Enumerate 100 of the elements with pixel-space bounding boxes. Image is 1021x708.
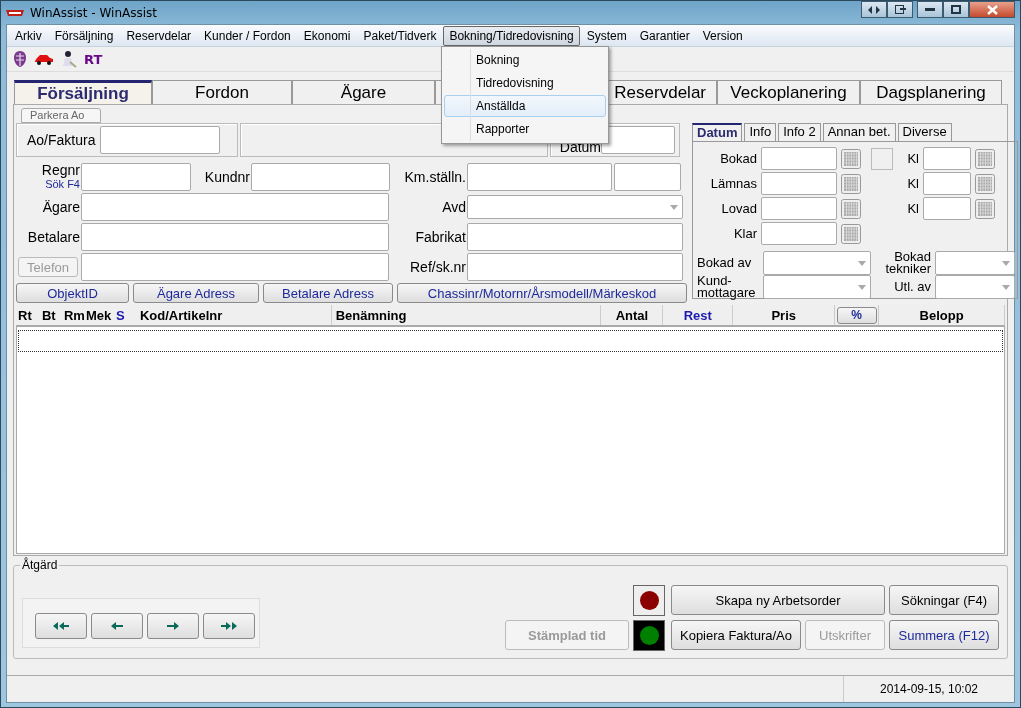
- dropdown-field[interactable]: [763, 275, 871, 299]
- menu-item[interactable]: Försäljning: [48, 25, 120, 46]
- column-header: Kod/Artikelnr: [135, 305, 332, 325]
- input-field[interactable]: [614, 163, 681, 191]
- action-button[interactable]: Kopiera Faktura/Ao: [671, 620, 801, 650]
- column-header: Rest: [663, 305, 734, 325]
- kundnr-field[interactable]: [251, 163, 390, 191]
- reference-field[interactable]: [467, 253, 683, 281]
- field-label: Bokad tekniker: [884, 251, 931, 275]
- calendar-icon[interactable]: [841, 223, 861, 244]
- action-button[interactable]: Summera (F12): [889, 620, 999, 650]
- calendar-icon[interactable]: [975, 148, 995, 169]
- emblem-icon[interactable]: [12, 50, 28, 68]
- menu-item[interactable]: Arkiv: [9, 25, 48, 46]
- column-header: S: [114, 306, 126, 325]
- previous-button[interactable]: [91, 613, 143, 639]
- calendar-icon[interactable]: [841, 173, 861, 194]
- person-icon[interactable]: [60, 50, 78, 68]
- field-label: Lämnas: [709, 176, 757, 191]
- tab[interactable]: Veckoplanering: [717, 80, 860, 104]
- maximize-icon: [951, 5, 961, 14]
- date-field[interactable]: [761, 222, 837, 245]
- action-button[interactable]: Sökningar (F4): [889, 585, 999, 615]
- column-header: Belopp: [879, 305, 1005, 325]
- tab[interactable]: Info 2: [778, 123, 821, 141]
- caret-icon: [670, 204, 678, 210]
- dropdown-field[interactable]: [935, 275, 1015, 299]
- field-label: Regnr: [41, 163, 80, 177]
- table-row[interactable]: [18, 330, 1003, 352]
- menu-item[interactable]: Paket/Tidverk: [357, 25, 443, 46]
- tab[interactable]: Datum: [692, 123, 743, 141]
- menu-item[interactable]: Garantier: [633, 25, 696, 46]
- date-field[interactable]: [761, 147, 837, 170]
- percent-button[interactable]: %: [836, 306, 877, 324]
- time-field[interactable]: [923, 147, 971, 170]
- calendar-icon[interactable]: [975, 198, 995, 219]
- order-field[interactable]: [100, 126, 221, 154]
- first-button[interactable]: [35, 613, 87, 639]
- car-icon[interactable]: [34, 53, 54, 65]
- menu-item[interactable]: Bokning: [444, 49, 606, 71]
- menu-item[interactable]: Anställda: [444, 95, 606, 117]
- minimize-button[interactable]: [917, 1, 943, 18]
- checkbox[interactable]: [871, 147, 893, 170]
- menu-item[interactable]: Kunder / Fordon: [198, 25, 297, 46]
- date-field[interactable]: [601, 126, 675, 154]
- link-button[interactable]: Ägare Adress: [133, 283, 259, 303]
- tab[interactable]: Ägare: [292, 80, 435, 104]
- caret-icon: [1002, 260, 1010, 266]
- column-header: Rt: [17, 306, 33, 325]
- calendar-icon[interactable]: [975, 173, 995, 194]
- app-logo-icon: [6, 7, 24, 18]
- action-button[interactable]: Skapa ny Arbetsorder: [671, 585, 885, 615]
- dropdown-field[interactable]: [763, 251, 871, 275]
- mileage-field[interactable]: [467, 163, 612, 191]
- tab[interactable]: Försäljning: [14, 80, 152, 104]
- date-field[interactable]: [761, 172, 837, 195]
- dropdown-field[interactable]: [467, 195, 683, 219]
- field-label: Avd: [441, 199, 466, 215]
- column-header: Rm: [62, 306, 84, 325]
- menu-item[interactable]: Tidredovisning: [444, 72, 606, 94]
- field-label: Ägare: [41, 199, 80, 215]
- field-label: Fabrikat: [414, 229, 466, 245]
- column-header: Pris: [733, 305, 836, 325]
- time-field[interactable]: [923, 172, 971, 195]
- menu-item[interactable]: Bokning/Tidredovisning: [443, 25, 580, 46]
- tab[interactable]: Info: [744, 123, 777, 141]
- maximize-button[interactable]: [943, 1, 969, 18]
- column-header: Antal: [601, 305, 664, 325]
- field-label: Klar: [732, 226, 757, 241]
- last-button[interactable]: [203, 613, 255, 639]
- switch-button[interactable]: [861, 1, 887, 18]
- toolbar-button[interactable]: RT: [84, 51, 103, 67]
- field-label: Betalare: [26, 229, 80, 245]
- menu-item[interactable]: Rapporter: [444, 118, 606, 140]
- close-button[interactable]: [969, 1, 1015, 18]
- double-arrow-icon: [220, 621, 238, 631]
- menu-item[interactable]: Reservdelar: [120, 25, 198, 46]
- time-field[interactable]: [923, 197, 971, 220]
- tab[interactable]: Diverse: [897, 123, 952, 141]
- calendar-icon[interactable]: [841, 198, 861, 219]
- make-field[interactable]: [467, 223, 683, 251]
- menu-item[interactable]: System: [580, 25, 633, 46]
- tab[interactable]: Annan bet.: [822, 123, 896, 141]
- restore-window-button[interactable]: [887, 1, 913, 18]
- calendar-icon[interactable]: [841, 148, 861, 169]
- tab[interactable]: Dagsplanering: [860, 80, 1002, 104]
- payer-field[interactable]: [81, 223, 389, 251]
- link-button[interactable]: Chassinr/Motornr/Årsmodell/Märkeskod: [397, 283, 687, 303]
- menu-item[interactable]: Ekonomi: [297, 25, 357, 46]
- owner-field[interactable]: [81, 193, 389, 221]
- park-button[interactable]: Parkera Ao: [21, 108, 101, 123]
- menu-item[interactable]: Version: [696, 25, 749, 46]
- next-button[interactable]: [147, 613, 199, 639]
- phone-field[interactable]: [81, 253, 389, 281]
- link-button[interactable]: ObjektID: [16, 283, 129, 303]
- date-field[interactable]: [761, 197, 837, 220]
- regnr-field[interactable]: [81, 163, 191, 191]
- dropdown-field[interactable]: [935, 251, 1015, 275]
- tab[interactable]: Fordon: [152, 80, 292, 104]
- link-button[interactable]: Betalare Adress: [263, 283, 393, 303]
